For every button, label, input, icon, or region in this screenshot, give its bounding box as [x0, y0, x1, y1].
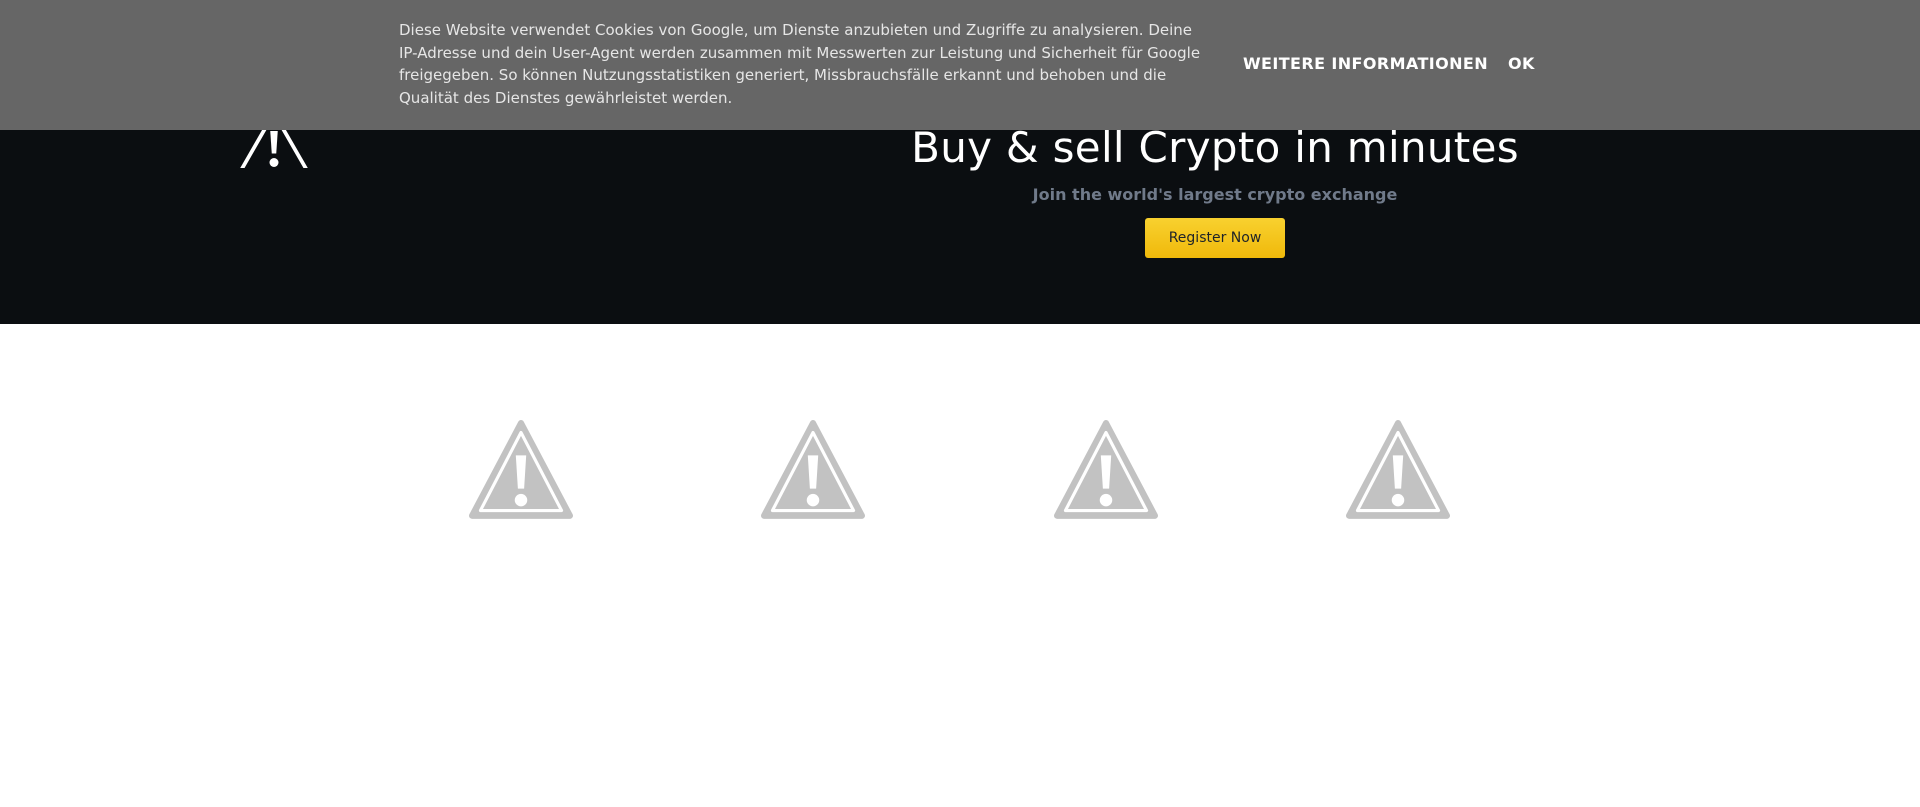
warning-triangle-icon — [1054, 420, 1158, 522]
cookie-banner-actions: WEITERE INFORMATIONEN OK — [1243, 52, 1535, 76]
warning-triangle-icon — [761, 420, 865, 522]
features-section — [0, 324, 1920, 807]
cookie-banner: Diese Website verwendet Cookies von Goog… — [0, 0, 1920, 130]
feature-broken-image-3 — [1054, 420, 1158, 522]
hero-text-block: Buy & sell Crypto in minutes Join the wo… — [880, 120, 1550, 258]
warning-triangle-icon — [1346, 420, 1450, 522]
feature-broken-image-4 — [1346, 420, 1450, 522]
feature-broken-image-2 — [761, 420, 865, 522]
feature-broken-image-1 — [469, 420, 573, 522]
more-info-link[interactable]: WEITERE INFORMATIONEN — [1243, 52, 1488, 76]
warning-triangle-icon — [469, 420, 573, 522]
hero-subtitle: Join the world's largest crypto exchange — [1032, 185, 1398, 204]
cookie-banner-text: Diese Website verwendet Cookies von Goog… — [399, 21, 1201, 107]
register-now-button[interactable]: Register Now — [1145, 218, 1285, 258]
ok-button[interactable]: OK — [1508, 52, 1535, 76]
